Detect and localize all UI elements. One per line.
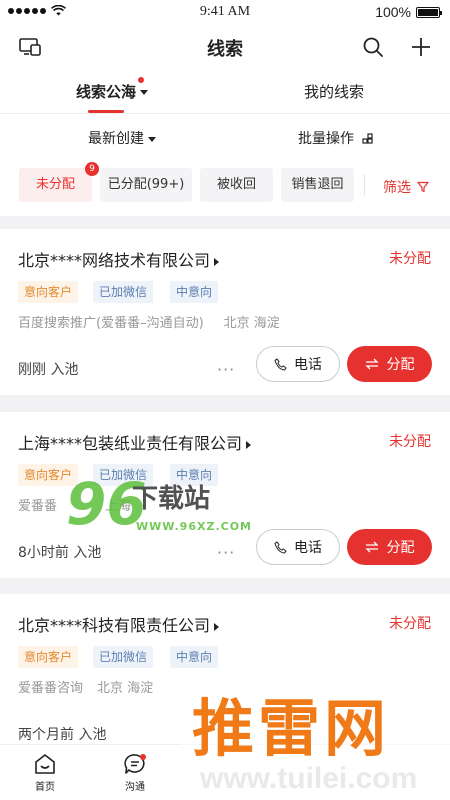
- company-name[interactable]: 上海****包装纸业责任有限公司: [18, 430, 252, 454]
- lead-status: 未分配: [389, 616, 431, 632]
- batch-operation-button[interactable]: 批量操作: [298, 128, 374, 148]
- status-bar: 9:41 AM 100%: [0, 0, 450, 24]
- watermark-tuilei-name: 推雷网: [192, 692, 391, 765]
- filter-bar: 未分配 9 已分配(99+) 被收回 销售退回 筛选: [0, 162, 450, 216]
- tab-public-pool-label: 线索公海: [76, 83, 137, 101]
- tab-public-pool[interactable]: 线索公海: [76, 81, 149, 102]
- call-button[interactable]: 电话: [256, 346, 340, 382]
- search-icon[interactable]: [362, 36, 384, 58]
- chip-unassigned[interactable]: 未分配: [19, 168, 92, 202]
- watermark-96xz: 96 下载站 WWW.96XZ.COM: [66, 470, 251, 544]
- lead-time: 刚刚 入池: [18, 362, 79, 378]
- tag-wechat: 已加微信: [93, 646, 154, 668]
- lead-source-text: 爱番番咨询: [18, 681, 84, 696]
- watermark-tuilei: 推雷网 www.tuilei.com: [180, 676, 450, 800]
- tag-intent-level: 中意向: [170, 646, 219, 668]
- lead-source-text: 爱番番: [18, 499, 58, 514]
- lead-source: 百度搜索推广(爱番番–沟通自动) 北京 海淀: [18, 312, 280, 331]
- chevron-right-icon: [214, 622, 220, 631]
- assign-button[interactable]: 分配: [347, 529, 432, 565]
- lead-time: 两个月前 入池: [18, 727, 107, 743]
- more-icon[interactable]: ···: [217, 543, 235, 562]
- sort-created-dropdown[interactable]: 最新创建: [88, 128, 156, 148]
- assign-label: 分配: [386, 357, 415, 373]
- tag-intent: 意向客户: [18, 646, 79, 668]
- funnel-icon: [417, 181, 429, 193]
- active-tab-indicator: [88, 110, 124, 113]
- chevron-down-icon: [140, 90, 149, 95]
- company-name-text: 北京****科技有限责任公司: [18, 616, 211, 635]
- watermark-96xz-url: WWW.96XZ.COM: [136, 520, 252, 533]
- assign-button[interactable]: 分配: [347, 346, 432, 382]
- chip-recalled-label: 被收回: [216, 177, 256, 192]
- company-name[interactable]: 北京****科技有限责任公司: [18, 612, 220, 636]
- lead-source-text: 百度搜索推广(爱番番–沟通自动): [18, 316, 204, 331]
- assign-label: 分配: [386, 540, 415, 556]
- sort-bar: 最新创建 批量操作: [0, 114, 450, 162]
- watermark-tuilei-url: www.tuilei.com: [200, 762, 418, 795]
- company-name-text: 北京****网络技术有限公司: [18, 251, 211, 270]
- nav-bar: 线索: [0, 24, 450, 68]
- tag-wechat: 已加微信: [93, 281, 154, 303]
- tabbar-item-chat[interactable]: 沟通: [110, 753, 160, 793]
- tag-intent-level: 中意向: [170, 281, 219, 303]
- sort-created-label: 最新创建: [88, 131, 144, 147]
- phone-icon: [274, 357, 287, 371]
- lead-tabs: 线索公海 我的线索: [0, 68, 450, 114]
- add-icon[interactable]: [410, 36, 432, 58]
- tabbar-home-label: 首页: [35, 782, 55, 793]
- lead-status: 未分配: [389, 251, 431, 267]
- filter-label: 筛选: [383, 180, 411, 196]
- chevron-down-icon: [148, 136, 156, 142]
- notification-dot: [138, 77, 144, 83]
- swap-icon: [364, 541, 379, 553]
- lead-status: 未分配: [389, 434, 431, 450]
- chip-assigned[interactable]: 已分配(99+): [100, 168, 192, 202]
- grid-icon: [362, 133, 374, 144]
- battery-percent: 100%: [375, 4, 411, 20]
- tab-my-leads-label: 我的线索: [304, 83, 365, 101]
- call-label: 电话: [294, 357, 322, 373]
- batch-operation-label: 批量操作: [298, 131, 354, 147]
- watermark-96xz-name: 下载站: [132, 484, 211, 514]
- divider: [364, 174, 365, 196]
- phone-icon: [274, 540, 287, 554]
- tabbar-chat-label: 沟通: [125, 782, 145, 793]
- chip-sales-returned[interactable]: 销售退回: [281, 168, 354, 202]
- battery-status: 100%: [375, 4, 442, 20]
- swap-icon: [364, 358, 379, 370]
- filter-button[interactable]: 筛选: [383, 177, 429, 197]
- unassigned-count-badge: 9: [85, 162, 99, 176]
- chip-unassigned-label: 未分配: [35, 177, 75, 192]
- tag-intent: 意向客户: [18, 281, 79, 303]
- chip-recalled[interactable]: 被收回: [200, 168, 273, 202]
- call-label: 电话: [294, 540, 322, 556]
- tab-my-leads[interactable]: 我的线索: [304, 81, 364, 102]
- tabbar-item-home[interactable]: 首页: [20, 753, 70, 793]
- home-icon: [35, 754, 55, 774]
- chip-assigned-label: 已分配(99+): [107, 177, 185, 192]
- lead-region: 北京 海淀: [97, 681, 154, 696]
- lead-source: 爱番番咨询 北京 海淀: [18, 677, 153, 696]
- battery-icon: [416, 6, 442, 18]
- chevron-right-icon: [246, 440, 252, 449]
- lead-card[interactable]: 北京****网络技术有限公司 未分配 意向客户 已加微信 中意向 百度搜索推广(…: [0, 229, 450, 395]
- lead-region: 北京 海淀: [223, 316, 280, 331]
- more-icon[interactable]: ···: [217, 360, 235, 379]
- call-button[interactable]: 电话: [256, 529, 340, 565]
- notification-dot: [140, 754, 146, 760]
- company-name[interactable]: 北京****网络技术有限公司: [18, 247, 220, 271]
- company-name-text: 上海****包装纸业责任有限公司: [18, 434, 243, 453]
- chip-sales-returned-label: 销售退回: [291, 177, 344, 192]
- lead-time: 8小时前 入池: [18, 545, 102, 561]
- chevron-right-icon: [214, 257, 220, 266]
